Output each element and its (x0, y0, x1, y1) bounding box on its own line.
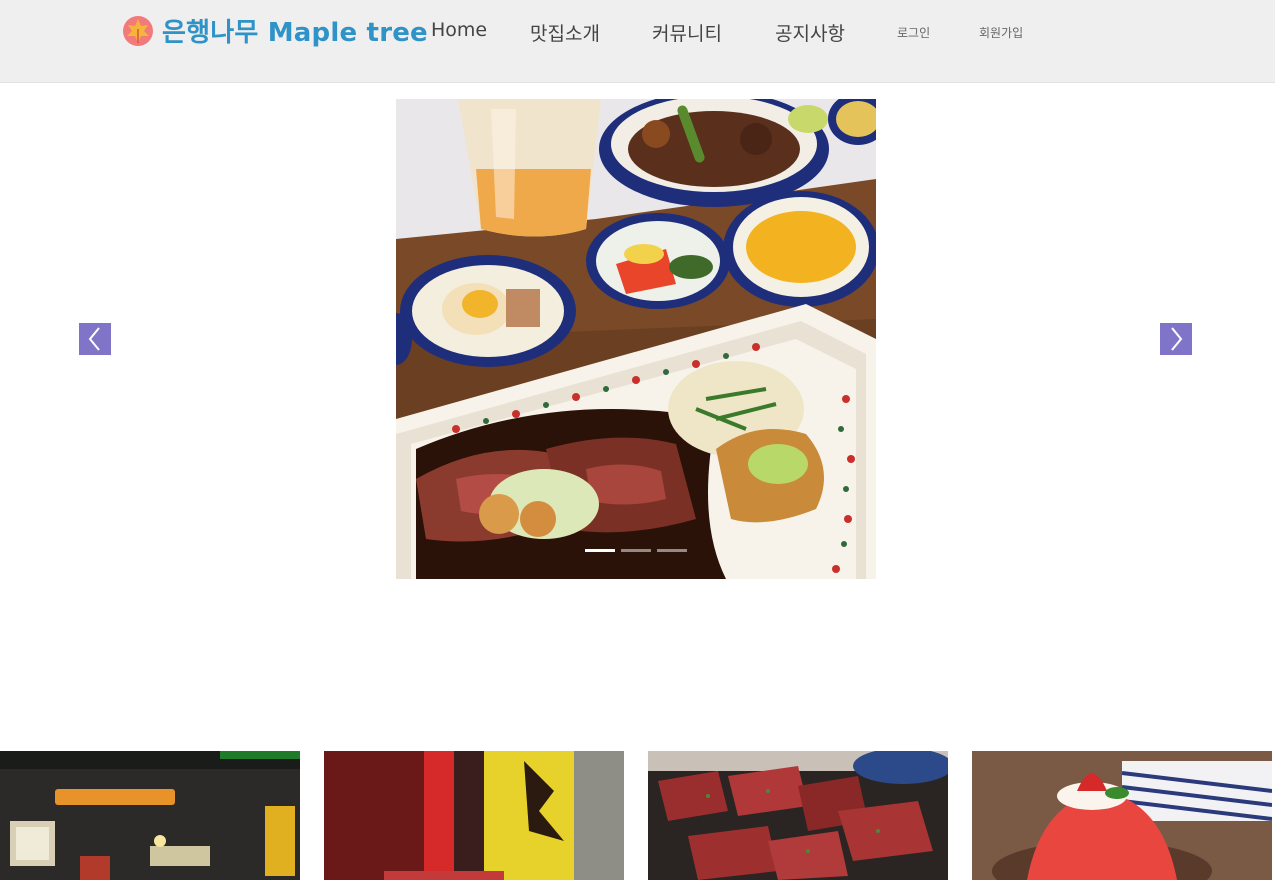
site-title: 은행나무 Maple tree (162, 18, 428, 48)
signup-link[interactable]: 회원가입 (979, 24, 1023, 41)
carousel-indicator-2[interactable] (621, 549, 651, 552)
login-link[interactable]: 로그인 (897, 24, 930, 41)
thumbnail-restaurant-1[interactable] (0, 751, 300, 880)
carousel-next-button[interactable] (1160, 323, 1192, 355)
carousel-indicators (585, 549, 687, 552)
carousel-prev-button[interactable] (79, 323, 111, 355)
nav-community[interactable]: 커뮤니티 (652, 19, 722, 46)
thumbnail-restaurant-2[interactable] (324, 751, 624, 880)
chevron-right-icon (1171, 327, 1183, 351)
site-header: 은행나무 Maple tree Home 맛집소개 커뮤니티 공지사항 로그인 … (0, 0, 1275, 83)
thumbnail-restaurant-4[interactable] (972, 751, 1272, 880)
nav-restaurants[interactable]: 맛집소개 (530, 19, 600, 46)
nav-notices[interactable]: 공지사항 (775, 19, 845, 46)
carousel-slide-image (396, 99, 876, 579)
carousel-indicator-3[interactable] (657, 549, 687, 552)
nav-home[interactable]: Home (431, 19, 487, 41)
thumbnail-restaurant-3[interactable] (648, 751, 948, 880)
chevron-left-icon (88, 327, 100, 351)
site-logo[interactable]: 은행나무 Maple tree (122, 12, 428, 49)
carousel-indicator-1[interactable] (585, 549, 615, 552)
maple-leaf-logo-icon (123, 15, 153, 46)
